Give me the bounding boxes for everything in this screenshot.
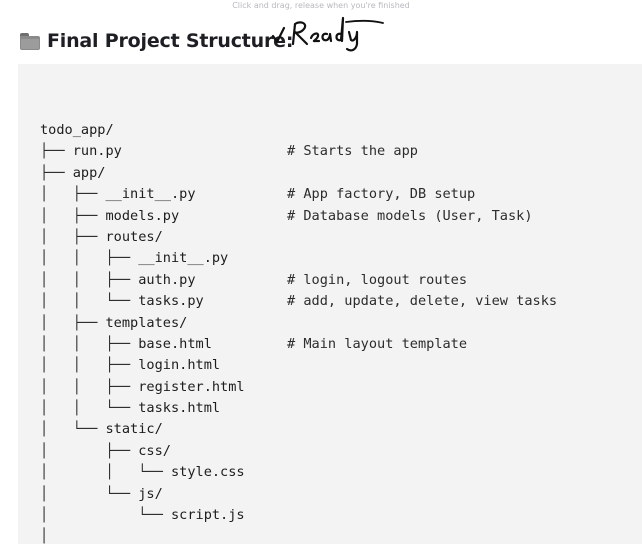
tree-line: │ └── static/: [40, 419, 245, 440]
tree-entry-comment: # login, logout routes: [287, 271, 468, 288]
project-tree: todo_app/ ├── run.py # Starts the app ├── a…: [40, 120, 557, 548]
tree-entry-name: templates/: [105, 314, 188, 331]
tree-branch: │ │ └──: [40, 293, 139, 310]
tree-entry-comment: # Starts the app: [287, 143, 418, 160]
tree-entry-comment: # Database models (User, Task): [287, 207, 533, 224]
tree-entry-name: __init__.py: [138, 250, 229, 267]
tree-line: │ ├── routes/: [40, 227, 245, 248]
tree-entry-name: tasks.html: [138, 400, 221, 417]
folder-icon: [20, 32, 40, 50]
tree-branch: │ │ ├──: [40, 378, 139, 395]
tree-branch: ├──: [40, 164, 73, 181]
tree-entry-name: auth.py: [138, 271, 196, 288]
tree-line: │ ├── css/: [40, 441, 245, 462]
tree-branch: ├──: [40, 143, 73, 160]
tree-line: ├── run.py # Starts the app: [40, 141, 418, 162]
tree-entry-name: register.html: [138, 378, 245, 395]
tree-branch: │ ├──: [40, 314, 106, 331]
tree-entry-comment: # add, update, delete, view tasks: [287, 293, 558, 310]
tree-line: │ ├── __init__.py # App factory, DB setup: [40, 184, 475, 205]
tree-line: │ │ ├── auth.py # login, logout routes: [40, 270, 467, 291]
tree-entry-comment: # App factory, DB setup: [287, 186, 476, 203]
tree-line: │ └── script.js: [40, 505, 245, 526]
tree-line: todo_app/: [40, 120, 245, 141]
tree-entry-name: __init__.py: [105, 186, 196, 203]
handwritten-ready-annotation: [271, 16, 384, 52]
tree-line: │ │ └── tasks.py # add, update, delete, v…: [40, 291, 557, 312]
tree-entry-name: script.js: [170, 507, 245, 524]
tree-branch: │ ├──: [40, 228, 106, 245]
tree-entry-name: login.html: [138, 357, 221, 374]
section-heading: Final Project Structure:: [20, 24, 293, 58]
tree-entry-name: base.html: [138, 335, 212, 352]
tree-entry-name: css/: [138, 442, 171, 459]
tree-line: │ │ └── style.css: [40, 462, 245, 483]
tree-branch: │ │ ├──: [40, 250, 139, 267]
tree-entry-name: app/: [72, 164, 106, 181]
tree-entry-name: static/: [105, 421, 163, 438]
tree-branch: │ │ └──: [40, 464, 171, 481]
tree-entry-name: style.css: [170, 464, 245, 481]
tree-line: ├── app/: [40, 163, 245, 184]
tree-branch: │ │ ├──: [40, 271, 139, 288]
tree-branch: │ │ └──: [40, 400, 139, 417]
tree-line: │ │ ├── __init__.py: [40, 248, 245, 269]
tree-branch: │ ├──: [40, 186, 106, 203]
tree-entry-name: js/: [138, 485, 163, 502]
tree-branch: │ └──: [40, 507, 171, 524]
tree-line: │ ├── templates/: [40, 313, 245, 334]
tree-branch: │ ├──: [40, 207, 106, 224]
tree-branch: │ └──: [40, 421, 106, 438]
tree-branch: │ └──: [40, 485, 139, 502]
tree-line: │ │ ├── base.html # Main layout template: [40, 334, 467, 355]
tree-entry-name: todo_app/: [40, 122, 114, 138]
tree-line: │ │ ├── login.html: [40, 355, 245, 376]
page-title: Final Project Structure:: [47, 30, 294, 52]
tree-branch: │ │ ├──: [40, 335, 139, 352]
tree-line: │ │ ├── register.html: [40, 377, 245, 398]
tree-entry-name: models.py: [105, 207, 180, 224]
tree-line: │ ├── models.py # Database models (User, …: [40, 206, 533, 227]
tree-line: │: [40, 526, 245, 547]
tree-branch: │: [40, 528, 49, 545]
tree-branch: │ ├──: [40, 442, 139, 459]
tree-line: │ └── js/: [40, 484, 245, 505]
tree-entry-comment: # Main layout template: [287, 335, 468, 352]
tree-branch: │ │ ├──: [40, 357, 139, 374]
tree-entry-name: tasks.py: [138, 293, 204, 310]
tree-line: │ │ └── tasks.html: [40, 398, 245, 419]
tree-entry-name: routes/: [105, 228, 163, 245]
tree-entry-name: run.py: [72, 143, 122, 160]
